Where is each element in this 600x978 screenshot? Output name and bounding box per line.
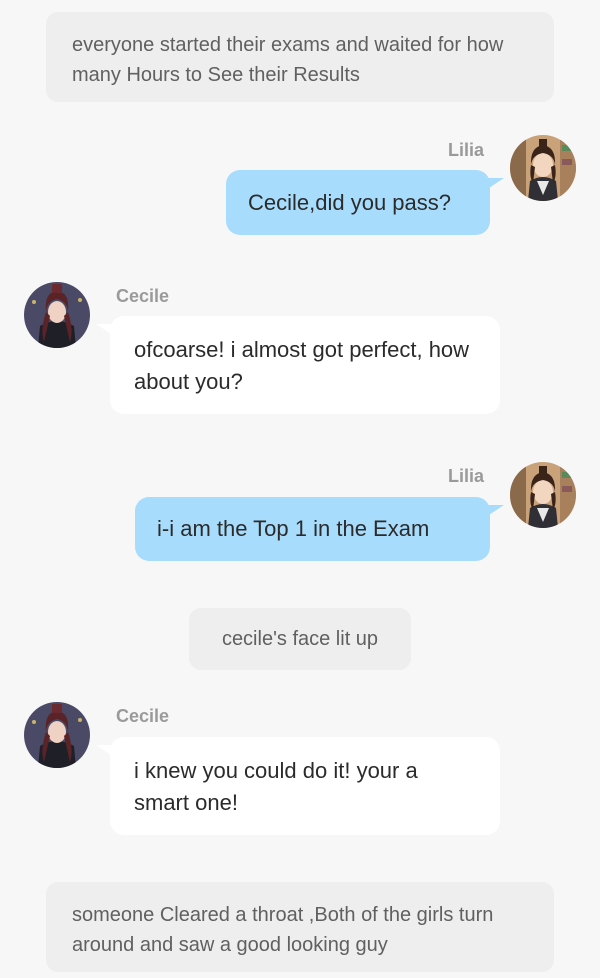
cecile-avatar-icon[interactable]	[24, 702, 90, 768]
speaker-name-lilia: Lilia	[447, 140, 484, 160]
narration-text: everyone started their exams and waited …	[72, 34, 504, 86]
narration-text: someone Cleared a throat ,Both of the gi…	[72, 904, 494, 956]
message-text: Cecile,did you pass?	[248, 189, 452, 215]
narration-block: cecile's face lit up	[189, 608, 411, 670]
message-bubble-lilia[interactable]: Cecile,did you pass?	[226, 170, 490, 235]
message-text: ofcoarse! i almost got perfect, how abou…	[134, 337, 470, 394]
lilia-avatar-icon[interactable]	[510, 135, 576, 201]
narration-block: everyone started their exams and waited …	[46, 12, 554, 102]
message-text: i-i am the Top 1 in the Exam	[157, 516, 430, 541]
bubble-tail	[486, 178, 504, 190]
narration-text: cecile's face lit up	[221, 628, 379, 650]
narration-block: someone Cleared a throat ,Both of the gi…	[46, 882, 554, 972]
message-bubble-cecile[interactable]: i knew you could do it! your a smart one…	[110, 737, 500, 835]
bubble-tail	[486, 505, 504, 517]
cecile-avatar-icon[interactable]	[24, 282, 90, 348]
speaker-name-cecile: Cecile	[116, 706, 170, 726]
message-bubble-lilia[interactable]: i-i am the Top 1 in the Exam	[135, 497, 490, 561]
message-bubble-cecile[interactable]: ofcoarse! i almost got perfect, how abou…	[110, 316, 500, 414]
lilia-avatar-icon[interactable]	[510, 462, 576, 528]
message-text: i knew you could do it! your a smart one…	[134, 758, 418, 815]
speaker-name-cecile: Cecile	[116, 286, 170, 306]
speaker-name-lilia: Lilia	[447, 466, 484, 486]
